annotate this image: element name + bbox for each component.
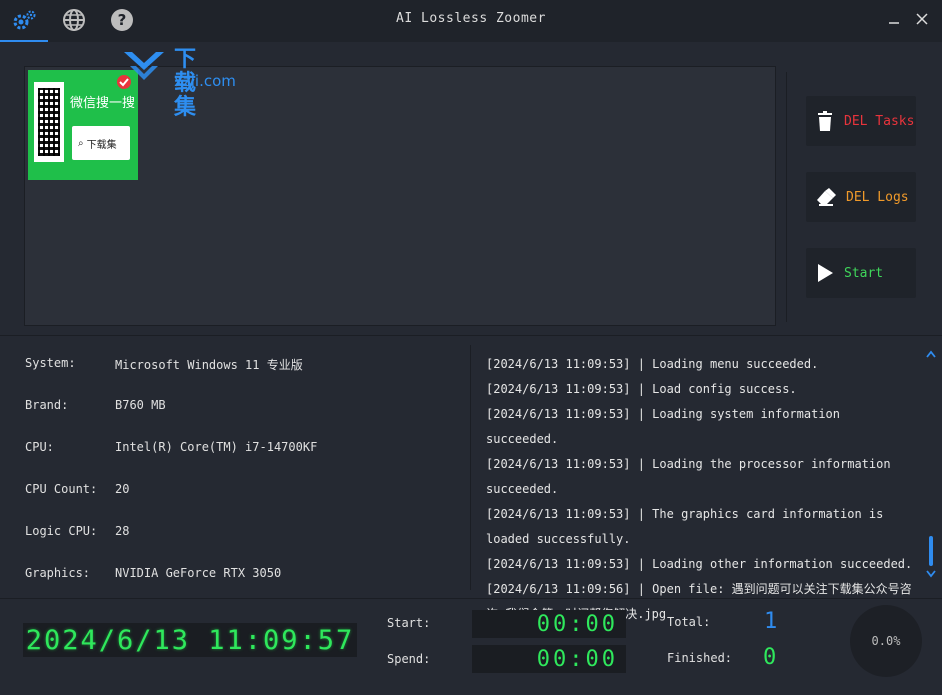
- progress-ring: 0.0%: [850, 605, 922, 677]
- chevron-up-icon[interactable]: [926, 350, 936, 358]
- info-label: Logic CPU:: [25, 524, 98, 538]
- search-icon: ⌕: [78, 137, 84, 149]
- minimize-icon: [889, 22, 899, 24]
- play-icon: [818, 264, 833, 282]
- start-time-label: Start:: [387, 616, 431, 630]
- trash-icon: [818, 111, 832, 131]
- wechat-search-text: 下载集: [86, 139, 117, 151]
- info-row-system: System: Microsoft Windows 11 专业版: [25, 356, 445, 376]
- minimize-button[interactable]: [882, 8, 906, 30]
- del-tasks-label: DEL Tasks: [844, 113, 915, 129]
- divider: [0, 335, 942, 336]
- total-label: Total:: [667, 615, 711, 629]
- log-line: [2024/6/13 11:09:53] | Load config succe…: [486, 382, 797, 396]
- finished-count: 0: [763, 645, 777, 670]
- info-row-logic-cpu: Logic CPU: 28: [25, 524, 445, 544]
- info-label: CPU Count:: [25, 482, 98, 496]
- info-value: Microsoft Windows 11 专业版: [115, 358, 303, 372]
- finished-label: Finished:: [667, 651, 733, 665]
- divider: [470, 345, 471, 590]
- eraser-icon: [817, 188, 836, 206]
- scroll-thumb[interactable]: [929, 536, 933, 566]
- log-panel: [2024/6/13 11:09:53] | Loading menu succ…: [486, 352, 916, 627]
- spend-time-display: 00:00: [472, 645, 626, 673]
- download-arrow-icon: [117, 52, 164, 89]
- info-row-cpu: CPU: Intel(R) Core(TM) i7-14700KF: [25, 440, 445, 460]
- info-label: Graphics:: [25, 566, 91, 580]
- title-bar: ? AI Lossless Zoomer: [0, 0, 942, 42]
- divider: [0, 598, 942, 599]
- info-row-brand: Brand: B760 MB: [25, 398, 445, 418]
- del-tasks-button[interactable]: DEL Tasks: [806, 96, 916, 146]
- digital-clock: 2024/6/13 11:09:57: [23, 623, 357, 657]
- info-value: NVIDIA GeForce RTX 3050: [115, 566, 282, 580]
- log-line: [2024/6/13 11:09:53] | The graphics card…: [486, 507, 884, 546]
- log-line: [2024/6/13 11:09:53] | Loading other inf…: [486, 557, 913, 571]
- log-line: [2024/6/13 11:09:53] | Loading menu succ…: [486, 357, 819, 371]
- info-row-cpu-count: CPU Count: 20: [25, 482, 445, 502]
- info-value: B760 MB: [115, 398, 166, 412]
- log-line: [2024/6/13 11:09:53] | Loading system in…: [486, 407, 841, 446]
- log-scrollbar[interactable]: [924, 350, 938, 582]
- site-logo: 下载集 xzji.com: [116, 48, 236, 120]
- start-button[interactable]: Start: [806, 248, 916, 298]
- wechat-label: 微信搜一搜: [70, 96, 136, 111]
- close-icon: [916, 13, 928, 25]
- del-logs-button[interactable]: DEL Logs: [806, 172, 916, 222]
- info-value: 20: [115, 482, 130, 496]
- progress-text: 0.0%: [871, 634, 901, 648]
- start-time-display: 00:00: [472, 610, 626, 638]
- window-title: AI Lossless Zoomer: [396, 11, 546, 26]
- log-line: [2024/6/13 11:09:53] | Loading the proce…: [486, 457, 891, 496]
- wechat-search-box: ⌕ 下载集: [72, 126, 130, 160]
- qr-code: [34, 82, 64, 162]
- info-label: CPU:: [25, 440, 54, 454]
- info-value: Intel(R) Core(TM) i7-14700KF: [115, 440, 318, 454]
- logo-url: xzji.com: [174, 72, 236, 90]
- divider: [786, 72, 787, 322]
- info-label: System:: [25, 356, 76, 370]
- total-count: 1: [764, 609, 778, 634]
- chevron-down-icon[interactable]: [926, 570, 936, 578]
- start-label: Start: [844, 265, 884, 281]
- spend-time-label: Spend:: [387, 652, 431, 666]
- close-button[interactable]: [910, 8, 934, 30]
- info-value: 28: [115, 524, 130, 538]
- info-row-graphics: Graphics: NVIDIA GeForce RTX 3050: [25, 566, 445, 586]
- del-logs-label: DEL Logs: [846, 189, 909, 205]
- info-label: Brand:: [25, 398, 69, 412]
